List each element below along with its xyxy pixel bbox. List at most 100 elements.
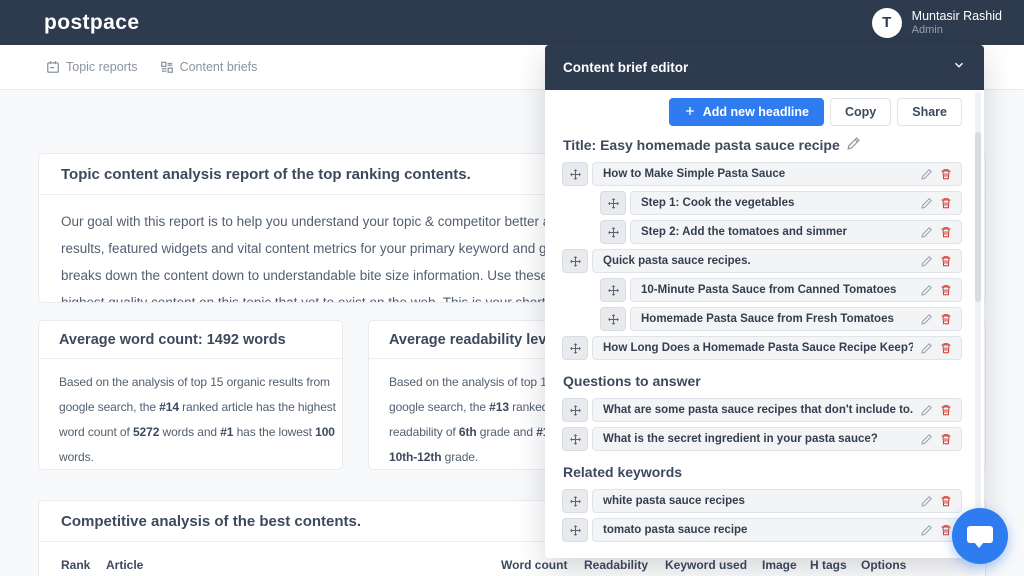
tab-content-briefs[interactable]: Content briefs: [160, 60, 258, 74]
share-button[interactable]: Share: [897, 98, 962, 126]
edit-title-icon[interactable]: [847, 136, 861, 153]
headline-item: How to Make Simple Pasta Sauce: [562, 162, 962, 186]
table-column-header: H tags: [810, 558, 847, 572]
edit-icon[interactable]: [921, 313, 933, 325]
table-column-header: Readability: [584, 558, 648, 572]
tab-label: Topic reports: [66, 60, 138, 74]
delete-icon[interactable]: [940, 284, 952, 296]
edit-icon[interactable]: [921, 197, 933, 209]
drag-handle[interactable]: [600, 278, 626, 302]
drag-handle[interactable]: [600, 307, 626, 331]
keywords-heading: Related keywords: [563, 464, 962, 480]
chat-widget-button[interactable]: [952, 508, 1008, 564]
headline-text: Step 2: Add the tomatoes and simmer: [641, 226, 847, 238]
keyword-list: white pasta sauce recipes: [562, 489, 962, 542]
headline-text: Quick pasta sauce recipes.: [603, 255, 751, 267]
headline-item: Step 2: Add the tomatoes and simmer: [562, 220, 962, 244]
question-item: What is the secret ingredient in your pa…: [562, 427, 962, 451]
user-menu[interactable]: T Muntasir Rashid Admin: [872, 8, 1002, 38]
brief-title: Title: Easy homemade pasta sauce recipe: [563, 137, 840, 153]
delete-icon[interactable]: [940, 197, 952, 209]
headline-text: Step 1: Cook the vegetables: [641, 197, 794, 209]
user-name: Muntasir Rashid: [912, 9, 1002, 24]
delete-icon[interactable]: [940, 404, 952, 416]
word-count-card: Average word count: 1492 words Based on …: [38, 320, 343, 470]
chat-bubble-tail: [974, 542, 984, 548]
card-body: Based on the analysis of top 15 organic …: [39, 359, 342, 470]
headline-item: Step 1: Cook the vegetables: [562, 191, 962, 215]
headline-text: How to Make Simple Pasta Sauce: [603, 168, 785, 180]
panel-header: Content brief editor: [545, 45, 984, 90]
headline-text: Homemade Pasta Sauce from Fresh Tomatoes: [641, 313, 894, 325]
page: postpace T Muntasir Rashid Admin Topic r…: [0, 0, 1024, 576]
delete-icon[interactable]: [940, 255, 952, 267]
keyword-item: white pasta sauce recipes: [562, 489, 962, 513]
copy-button[interactable]: Copy: [830, 98, 891, 126]
drag-handle[interactable]: [562, 489, 588, 513]
card-title: Average word count: 1492 words: [39, 321, 342, 359]
drag-handle[interactable]: [562, 427, 588, 451]
edit-icon[interactable]: [921, 226, 933, 238]
drag-handle[interactable]: [562, 249, 588, 273]
delete-icon[interactable]: [940, 313, 952, 325]
edit-icon[interactable]: [921, 255, 933, 267]
question-text: What are some pasta sauce recipes that d…: [603, 404, 913, 416]
question-list: What are some pasta sauce recipes that d…: [562, 398, 962, 451]
calendar-icon: [46, 60, 60, 74]
table-column-header: Article: [106, 558, 143, 572]
edit-icon[interactable]: [921, 524, 933, 536]
keyword-text: white pasta sauce recipes: [603, 495, 745, 507]
plus-icon: [684, 105, 696, 120]
edit-icon[interactable]: [921, 168, 933, 180]
table-column-header: Image: [762, 558, 797, 572]
question-item: What are some pasta sauce recipes that d…: [562, 398, 962, 422]
add-headline-button[interactable]: Add new headline: [669, 98, 824, 126]
edit-icon[interactable]: [921, 284, 933, 296]
delete-icon[interactable]: [940, 168, 952, 180]
drag-handle[interactable]: [600, 191, 626, 215]
table-column-header: Word count: [501, 558, 567, 572]
drag-handle[interactable]: [562, 336, 588, 360]
panel-title: Content brief editor: [563, 60, 688, 75]
headline-text: How Long Does a Homemade Pasta Sauce Rec…: [603, 342, 913, 354]
edit-icon[interactable]: [921, 404, 933, 416]
edit-icon[interactable]: [921, 495, 933, 507]
panel-scrollbar[interactable]: [975, 92, 981, 554]
drag-handle[interactable]: [562, 398, 588, 422]
table-column-header: Rank: [61, 558, 90, 572]
headline-item: How Long Does a Homemade Pasta Sauce Rec…: [562, 336, 962, 360]
delete-icon[interactable]: [940, 342, 952, 354]
table-column-header: Keyword used: [665, 558, 747, 572]
headline-item: Quick pasta sauce recipes.: [562, 249, 962, 273]
app-header: postpace T Muntasir Rashid Admin: [0, 0, 1024, 45]
keyword-text: tomato pasta sauce recipe: [603, 524, 747, 536]
delete-icon[interactable]: [940, 433, 952, 445]
briefs-icon: [160, 60, 174, 74]
drag-handle[interactable]: [562, 518, 588, 542]
headline-list: How to Make Simple Pasta Sauce: [562, 162, 962, 360]
edit-icon[interactable]: [921, 342, 933, 354]
table-column-header: Options: [861, 558, 906, 572]
content-brief-editor-panel: Content brief editor Add new headline Co…: [545, 45, 984, 558]
panel-body: Add new headline Copy Share Title: Easy …: [545, 90, 984, 558]
delete-icon[interactable]: [940, 226, 952, 238]
tab-label: Content briefs: [180, 60, 258, 74]
delete-icon[interactable]: [940, 524, 952, 536]
user-role: Admin: [912, 24, 1002, 37]
brief-title-row: Title: Easy homemade pasta sauce recipe: [563, 136, 962, 153]
headline-item: 10-Minute Pasta Sauce from Canned Tomato…: [562, 278, 962, 302]
delete-icon[interactable]: [940, 495, 952, 507]
questions-heading: Questions to answer: [563, 373, 962, 389]
app-logo: postpace: [44, 11, 139, 35]
avatar: T: [872, 8, 902, 38]
drag-handle[interactable]: [600, 220, 626, 244]
editor-toolbar: Add new headline Copy Share: [562, 98, 962, 126]
chevron-down-icon[interactable]: [952, 58, 966, 77]
drag-handle[interactable]: [562, 162, 588, 186]
headline-item: Homemade Pasta Sauce from Fresh Tomatoes: [562, 307, 962, 331]
keyword-item: tomato pasta sauce recipe: [562, 518, 962, 542]
chat-bubble-icon: [967, 526, 993, 543]
tab-topic-reports[interactable]: Topic reports: [46, 60, 138, 74]
edit-icon[interactable]: [921, 433, 933, 445]
scrollbar-thumb[interactable]: [975, 132, 981, 302]
